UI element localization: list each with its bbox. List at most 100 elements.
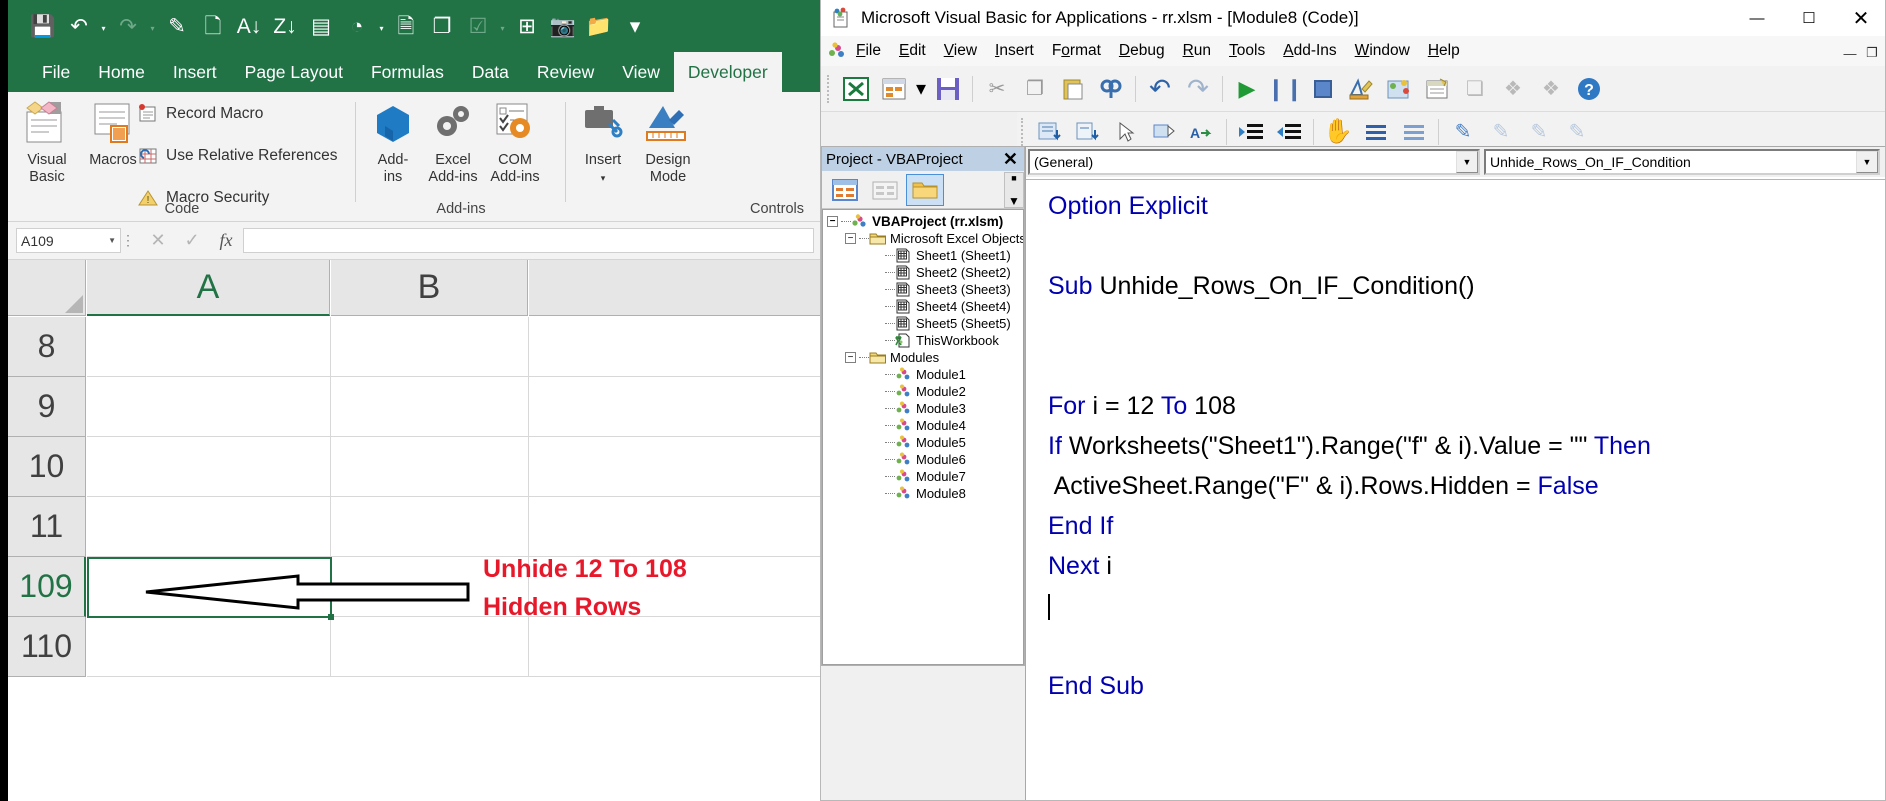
project-explorer-close-icon[interactable]: ✕ <box>999 149 1022 170</box>
insert-dropdown-icon[interactable]: ▾ <box>913 70 929 108</box>
properties-window-icon[interactable] <box>1418 70 1456 108</box>
column-header-a[interactable]: A <box>87 260 330 316</box>
maximize-button[interactable]: ☐ <box>1783 0 1835 36</box>
tab-page-layout[interactable]: Page Layout <box>231 58 357 87</box>
copy-icon[interactable]: ❐ <box>1016 70 1054 108</box>
menu-item-run[interactable]: Run <box>1174 40 1220 62</box>
com-addins-button[interactable]: COM Add-ins <box>484 98 546 186</box>
tree-item-module8[interactable]: Module8 <box>823 485 1023 502</box>
menu-item-file[interactable]: File <box>847 40 890 62</box>
project-tree[interactable]: − VBAProject (rr.xlsm) − Microsoft Excel Ob… <box>822 209 1024 665</box>
insert-control-button[interactable]: Insert ▾ <box>572 98 634 187</box>
undo-icon[interactable]: ↶ <box>1141 70 1179 108</box>
tree-item-thisworkbook[interactable]: ThisWorkbook <box>823 332 1023 349</box>
name-box[interactable]: A109 ▼ <box>16 228 121 253</box>
find-icon[interactable] <box>1092 70 1130 108</box>
row-header-11[interactable]: 11 <box>8 497 86 557</box>
cancel-formula-button[interactable]: ✕ <box>141 230 175 251</box>
redo-dropdown-caret-icon[interactable]: ▾ <box>147 6 158 46</box>
menu-item-window[interactable]: Window <box>1346 40 1419 62</box>
tree-item-module1[interactable]: Module1 <box>823 366 1023 383</box>
quick-info-icon[interactable] <box>1107 113 1145 151</box>
menu-item-format[interactable]: Format <box>1043 40 1110 62</box>
toggle-breakpoint-icon[interactable]: ✋ <box>1319 113 1357 151</box>
cell-c110[interactable] <box>529 617 820 677</box>
design-mode-button[interactable]: Design Mode <box>632 98 704 186</box>
reset-icon[interactable] <box>1304 70 1342 108</box>
clear-bookmarks-icon[interactable]: ✎ <box>1558 113 1596 151</box>
menu-item-addins[interactable]: Add-Ins <box>1274 40 1345 62</box>
autofit-icon[interactable]: ⊞ <box>510 6 544 46</box>
scroll-up-icon[interactable]: ■ <box>1011 173 1016 183</box>
sort-descending-icon[interactable]: Z↓ <box>268 6 302 46</box>
toolbar-grip[interactable] <box>827 74 833 103</box>
cell-c11[interactable] <box>529 497 820 557</box>
edit-toolbar-grip[interactable] <box>1021 117 1027 146</box>
procedure-dropdown[interactable]: Unhide_Rows_On_IF_Condition ▼ <box>1484 149 1880 175</box>
tab-home[interactable]: Home <box>84 58 159 87</box>
tree-collapse-icon[interactable]: − <box>845 233 856 244</box>
cell-b110[interactable] <box>331 617 529 677</box>
macros-button[interactable]: Macros <box>82 98 144 169</box>
mdi-minimize-button[interactable]: — <box>1839 39 1861 63</box>
cell-a9[interactable] <box>87 377 331 437</box>
copy-icon[interactable]: ❐ <box>425 6 459 46</box>
previous-bookmark-icon[interactable]: ✎ <box>1520 113 1558 151</box>
cell-a109[interactable] <box>87 557 331 617</box>
excel-addins-button[interactable]: Excel Add-ins <box>422 98 484 186</box>
customize-qat-icon[interactable]: ▾ <box>618 6 652 46</box>
procedure-dropdown-chevron-down-icon[interactable]: ▼ <box>1856 151 1878 173</box>
indent-icon[interactable] <box>1232 113 1270 151</box>
spelling-icon[interactable]: ✎ <box>160 6 194 46</box>
cell-c9[interactable] <box>529 377 820 437</box>
visual-basic-button[interactable]: Visual Basic <box>16 98 78 186</box>
select-all-corner[interactable] <box>8 260 86 316</box>
name-box-chevron-down-icon[interactable]: ▼ <box>108 236 116 245</box>
cell-a8[interactable] <box>87 317 331 377</box>
tree-item-sheet4[interactable]: Sheet4 (Sheet4) <box>823 298 1023 315</box>
uncomment-block-icon[interactable] <box>1395 113 1433 151</box>
form-icon[interactable]: ▤ <box>304 6 338 46</box>
outdent-icon[interactable] <box>1270 113 1308 151</box>
row-header-9[interactable]: 9 <box>8 377 86 437</box>
cell-b8[interactable] <box>331 317 529 377</box>
toggle-bookmark-icon[interactable]: ✎ <box>1444 113 1482 151</box>
new-file-icon[interactable]: 🗋 <box>196 6 230 46</box>
insert-userform-icon[interactable] <box>875 70 913 108</box>
sort-ascending-icon[interactable]: A↓ <box>232 6 266 46</box>
list-properties-icon[interactable] <box>1031 113 1069 151</box>
object-dropdown-chevron-down-icon[interactable]: ▼ <box>1456 151 1478 173</box>
cell-b10[interactable] <box>331 437 529 497</box>
tab-view[interactable]: View <box>608 58 674 87</box>
project-explorer-title-bar[interactable]: Project - VBAProject ✕ <box>822 147 1024 171</box>
view-object-button[interactable] <box>866 174 904 206</box>
tab-formulas[interactable]: Formulas <box>357 58 458 87</box>
data-validation-dropdown-caret-icon[interactable]: ▾ <box>497 6 508 46</box>
record-macro-button[interactable]: Record Macro <box>138 104 263 124</box>
project-explorer-scrollbar[interactable]: ■ ▼ <box>1004 171 1024 208</box>
cell-c10[interactable] <box>529 437 820 497</box>
cell-a110[interactable] <box>87 617 331 677</box>
code-editor-text[interactable]: Option Explicit Sub Unhide_Rows_On_IF_Co… <box>1026 179 1885 800</box>
toggle-folders-button[interactable] <box>906 173 944 206</box>
row-header-110[interactable]: 110 <box>8 617 86 677</box>
tab-data[interactable]: Data <box>458 58 523 87</box>
run-sub-icon[interactable]: ▶ <box>1228 70 1266 108</box>
tree-item-sheet1[interactable]: Sheet1 (Sheet1) <box>823 247 1023 264</box>
cell-a10[interactable] <box>87 437 331 497</box>
row-header-109[interactable]: 109 <box>8 557 86 617</box>
addins-button[interactable]: Add- ins <box>362 98 424 186</box>
extra-toolbar-icon[interactable]: ❖ <box>1532 70 1570 108</box>
tree-item-sheet5[interactable]: Sheet5 (Sheet5) <box>823 315 1023 332</box>
tree-item-module4[interactable]: Module4 <box>823 417 1023 434</box>
cell-b9[interactable] <box>331 377 529 437</box>
help-icon[interactable]: ? <box>1570 70 1608 108</box>
design-mode-icon[interactable] <box>1342 70 1380 108</box>
parameter-info-icon[interactable] <box>1145 113 1183 151</box>
camera-icon[interactable]: 📷 <box>546 6 580 46</box>
tree-item-module7[interactable]: Module7 <box>823 468 1023 485</box>
view-code-button[interactable] <box>826 174 864 206</box>
open-folder-icon[interactable]: 📁 <box>582 6 616 46</box>
redo-icon[interactable]: ↷ <box>1179 70 1217 108</box>
tab-insert[interactable]: Insert <box>159 58 231 87</box>
